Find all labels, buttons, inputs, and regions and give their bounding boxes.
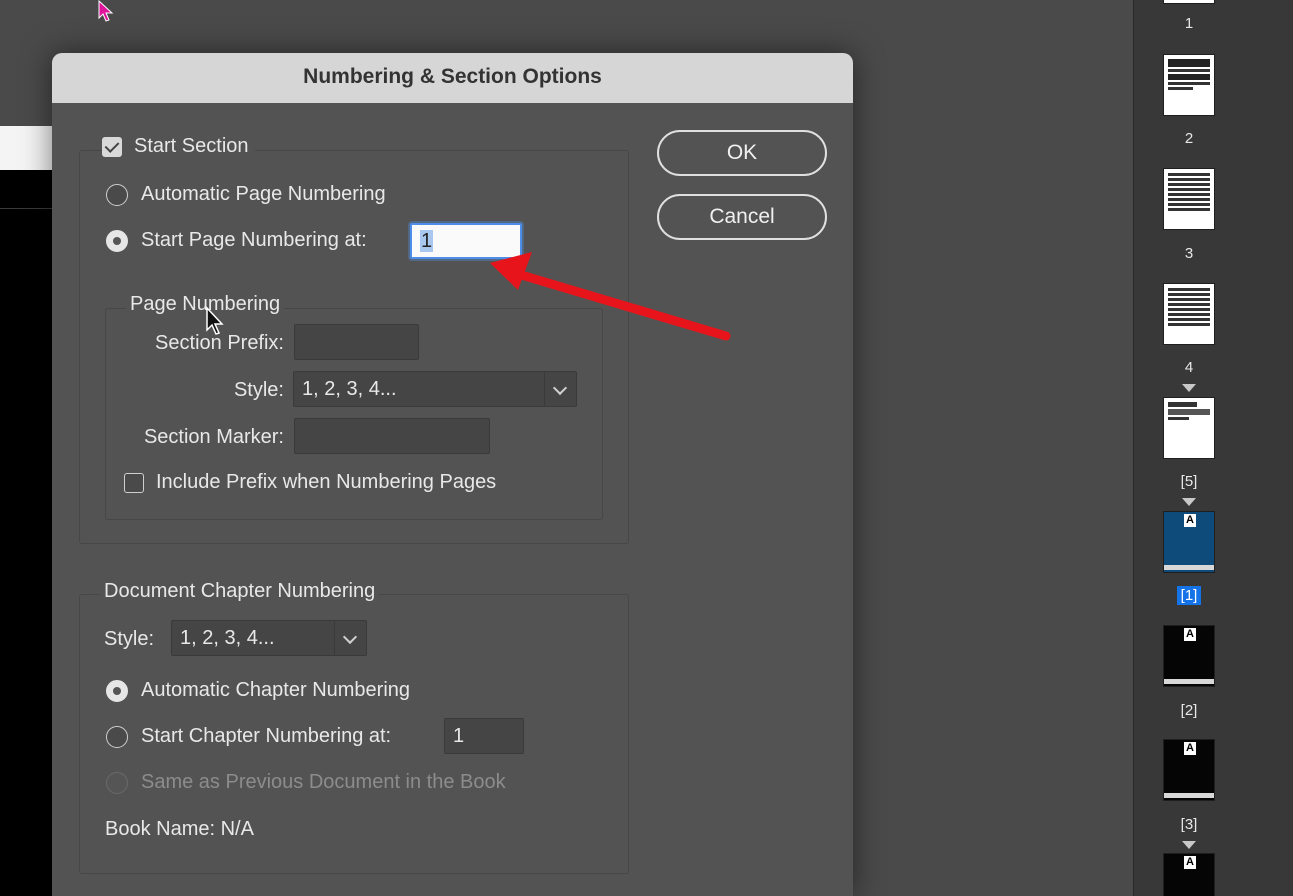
radio-off-icon[interactable]	[106, 183, 128, 206]
chevron-down-icon[interactable]	[544, 372, 576, 406]
automatic-chapter-numbering-radio[interactable]: Automatic Chapter Numbering	[106, 679, 410, 702]
master-letter: A	[1184, 628, 1196, 641]
automatic-page-numbering-radio[interactable]: Automatic Page Numbering	[106, 183, 386, 206]
page-label-selected: [1]	[1134, 586, 1244, 605]
start-page-number-value: 1	[420, 230, 434, 252]
same-as-previous-radio: Same as Previous Document in the Book	[106, 771, 506, 794]
page-thumbnail[interactable]: A	[1163, 625, 1215, 687]
start-chapter-numbering-radio[interactable]: Start Chapter Numbering at:	[106, 725, 391, 748]
page-label: 1	[1184, 15, 1194, 32]
pages-panel: 1 2 3 4 [5] A [1] A [2] A [3] A	[1133, 0, 1293, 896]
same-as-previous-label: Same as Previous Document in the Book	[141, 771, 506, 793]
section-marker-input[interactable]	[294, 418, 490, 454]
canvas-dark-region	[0, 170, 52, 896]
book-name-text: Book Name: N/A	[105, 818, 254, 840]
pointer-cursor-icon	[98, 0, 114, 22]
master-indicator-icon	[1182, 841, 1196, 849]
page-thumbnail[interactable]	[1163, 54, 1215, 116]
master-letter: A	[1184, 856, 1196, 869]
page-thumbnail[interactable]	[1163, 0, 1215, 4]
page-label: [5]	[1180, 473, 1198, 490]
page-thumbnail[interactable]	[1163, 397, 1215, 459]
cancel-button[interactable]: Cancel	[657, 194, 827, 240]
master-letter: A	[1184, 742, 1196, 755]
chapter-numbering-group-label: Document Chapter Numbering	[100, 580, 380, 603]
start-section-label: Start Section	[134, 135, 249, 157]
radio-off-icon[interactable]	[106, 725, 128, 748]
page-label: [3]	[1180, 816, 1198, 833]
page-label: [2]	[1180, 702, 1198, 719]
page-thumbnail[interactable]: A	[1163, 739, 1215, 801]
radio-on-icon[interactable]	[106, 679, 128, 702]
automatic-page-numbering-label: Automatic Page Numbering	[141, 183, 386, 205]
page-label: 2	[1184, 130, 1194, 147]
include-prefix-label: Include Prefix when Numbering Pages	[156, 471, 497, 493]
chevron-down-icon[interactable]	[334, 621, 366, 655]
start-chapter-numbering-label: Start Chapter Numbering at:	[141, 725, 392, 747]
start-section-checkbox[interactable]: Start Section	[102, 135, 255, 158]
section-prefix-input[interactable]	[294, 324, 419, 360]
annotation-arrow-icon	[490, 252, 731, 341]
page-label: 4	[1184, 359, 1194, 376]
page-thumbnail[interactable]	[1163, 283, 1215, 345]
page-style-value: 1, 2, 3, 4...	[302, 378, 397, 400]
start-page-numbering-label: Start Page Numbering at:	[141, 229, 367, 251]
master-letter: A	[1184, 514, 1196, 527]
page-thumbnail-selected[interactable]: A	[1163, 511, 1215, 573]
page-label: 3	[1184, 245, 1194, 262]
ok-button[interactable]: OK	[657, 130, 827, 176]
dialog-title: Numbering & Section Options	[52, 53, 853, 103]
section-prefix-label: Section Prefix:	[155, 332, 284, 354]
chapter-style-label: Style:	[104, 628, 155, 650]
automatic-chapter-numbering-label: Automatic Chapter Numbering	[141, 679, 411, 701]
master-indicator-icon	[1182, 384, 1196, 392]
section-marker-label: Section Marker:	[143, 426, 284, 448]
checkbox-unchecked-icon[interactable]	[124, 472, 144, 493]
start-page-numbering-radio[interactable]: Start Page Numbering at:	[106, 229, 367, 252]
page-style-select[interactable]: 1, 2, 3, 4...	[293, 371, 577, 407]
chapter-style-select[interactable]: 1, 2, 3, 4...	[171, 620, 367, 656]
checkbox-checked-icon[interactable]	[102, 136, 122, 157]
page-thumbnail[interactable]	[1163, 168, 1215, 230]
include-prefix-checkbox[interactable]: Include Prefix when Numbering Pages	[124, 471, 496, 494]
page-style-label: Style:	[233, 379, 284, 401]
mouse-pointer-icon	[206, 306, 224, 335]
canvas-page-edge	[0, 126, 52, 170]
canvas-divider	[0, 208, 52, 209]
numbering-section-options-dialog: Numbering & Section Options Start Sectio…	[52, 53, 853, 896]
radio-disabled-icon	[106, 771, 128, 794]
page-thumbnail[interactable]: A	[1163, 853, 1215, 896]
master-indicator-icon	[1182, 498, 1196, 506]
radio-on-icon[interactable]	[106, 229, 128, 252]
chapter-style-value: 1, 2, 3, 4...	[180, 627, 275, 649]
start-chapter-number-input[interactable]: 1	[444, 718, 524, 754]
